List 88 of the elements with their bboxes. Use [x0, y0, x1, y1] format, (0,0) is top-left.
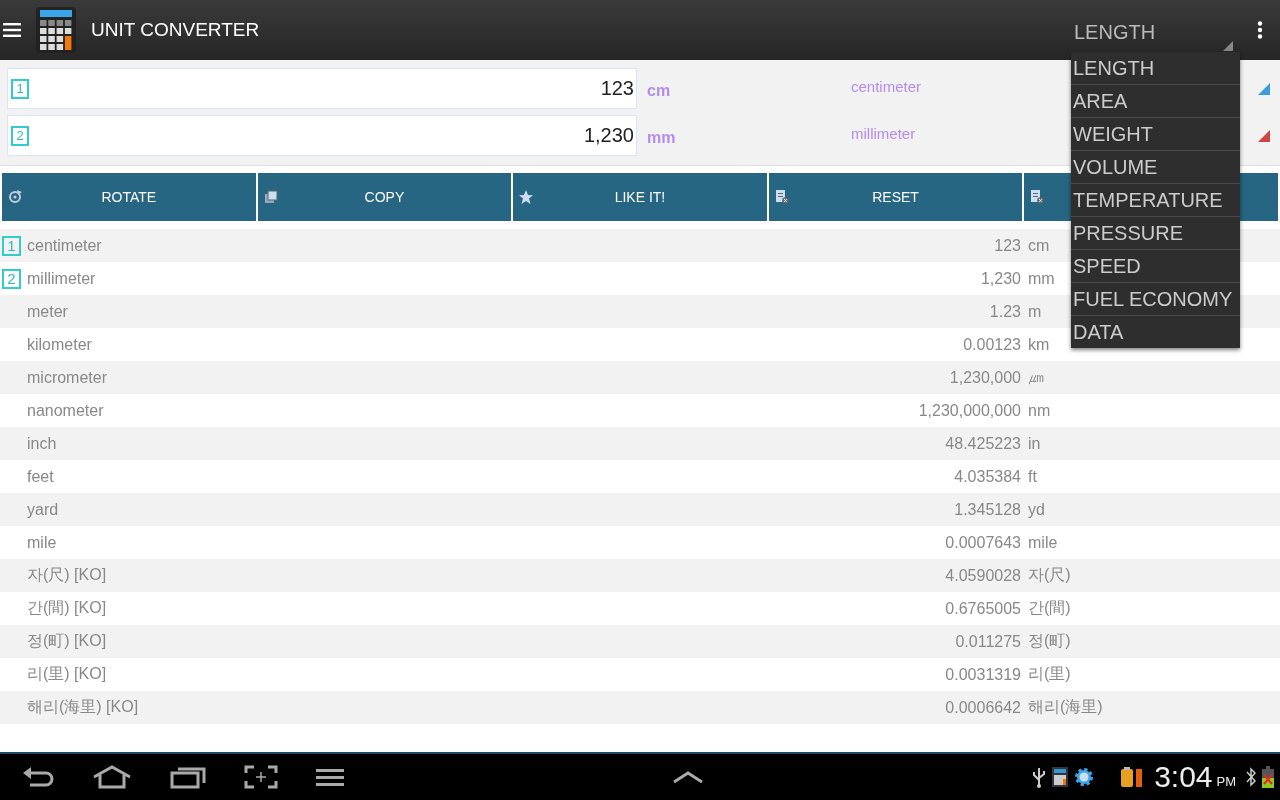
unit-name: 정(町) [KO] [27, 631, 108, 651]
unit-symbol: 간(間) [1028, 598, 1071, 618]
menu-icon[interactable] [3, 23, 21, 37]
reset-button[interactable]: RESET [768, 173, 1023, 221]
rotate-icon [8, 190, 22, 204]
menu-item[interactable]: WEIGHT [1071, 118, 1240, 151]
converted-value: 1.345128 [953, 500, 1021, 519]
unit-symbol: 자(尺) [1028, 565, 1071, 585]
unit-name: millimeter [27, 269, 97, 288]
converted-value: 1,230,000,000 [917, 401, 1021, 420]
unit-symbol: km [1028, 335, 1050, 354]
number-badge: 1 [11, 78, 29, 99]
unit-symbol: cm [1028, 236, 1050, 255]
unit-name: mile [27, 533, 58, 552]
unit-name: micrometer [27, 368, 108, 387]
unit-name: nanometer [27, 401, 105, 420]
number-badge: 2 [2, 268, 21, 289]
unit-symbol: mm [1028, 269, 1055, 288]
converted-value: 123 [993, 236, 1021, 255]
unit-symbol: yd [1028, 500, 1045, 519]
document-clear-icon [1030, 190, 1045, 204]
converted-value: 4.0590028 [944, 566, 1021, 585]
calculator-icon [1052, 767, 1069, 787]
screenshot-icon[interactable] [244, 765, 278, 789]
menu-item[interactable]: LENGTH [1071, 52, 1240, 85]
converted-value: 0.0031319 [944, 665, 1021, 684]
value-field[interactable]: 1 123 [7, 68, 637, 109]
menu-item[interactable]: AREA [1071, 85, 1240, 118]
battery-level-icon [1120, 766, 1145, 788]
converted-value: 1,230 [979, 269, 1021, 288]
battery-icon [1262, 766, 1274, 788]
menu-item[interactable]: VOLUME [1071, 151, 1240, 184]
converted-value: 0.011275 [954, 632, 1021, 651]
unit-name: 해리(海里) [KO] [27, 697, 140, 717]
converted-value: 1.23 [988, 302, 1021, 321]
converted-value: 0.00123 [962, 335, 1021, 354]
calculator-icon [35, 6, 77, 54]
menu-icon[interactable] [316, 768, 344, 786]
value-field[interactable]: 2 1,230 [7, 115, 637, 156]
unit-symbol: nm [1028, 401, 1051, 420]
unit-name: meter [27, 302, 69, 321]
number-badge: 2 [11, 125, 29, 146]
unit-name: inch [27, 434, 58, 453]
document-clear-icon [774, 190, 789, 204]
converted-value: 0.0006642 [944, 698, 1021, 717]
unit-name: feet [27, 467, 55, 486]
unit-name: 리(里) [KO] [27, 664, 108, 684]
unit-symbol: 정(町) [1028, 631, 1071, 651]
bluetooth-icon [1246, 767, 1256, 787]
number-badge: 1 [2, 235, 21, 256]
unit-name: 자(尺) [KO] [27, 565, 108, 585]
clock-period: PM [1216, 773, 1236, 789]
chevron-up-icon[interactable] [672, 770, 705, 784]
unit-name: kilometer [27, 335, 93, 354]
rotate-button[interactable]: ROTATE [2, 173, 256, 221]
copy-button[interactable]: COPY [257, 173, 512, 221]
unit-symbol: m [1028, 302, 1042, 321]
dropdown-corner-icon [1223, 41, 1233, 51]
unit-symbol: 리(里) [1028, 664, 1071, 684]
converted-value: 0.0007643 [944, 533, 1021, 552]
recent-apps-icon[interactable] [170, 765, 206, 789]
unit-symbol: 해리(海里) [1028, 697, 1103, 717]
menu-item[interactable]: SPEED [1071, 250, 1240, 283]
unit-symbol: in [1028, 434, 1041, 453]
home-icon[interactable] [92, 765, 132, 789]
unit-name: centimeter [27, 236, 103, 255]
clock-time: 3:04 [1154, 760, 1213, 794]
unit-symbol: ㎛ [1028, 367, 1044, 387]
unit-symbol: mile [1028, 533, 1058, 552]
menu-item[interactable]: PRESSURE [1071, 217, 1240, 250]
like-button[interactable]: LIKE IT! [513, 173, 767, 221]
menu-item[interactable]: FUEL ECONOMY [1071, 283, 1240, 316]
back-icon[interactable] [22, 766, 54, 788]
unit-name: 간(間) [KO] [27, 598, 108, 618]
copy-icon [263, 190, 278, 204]
converted-value: 4.035384 [953, 467, 1021, 486]
menu-item[interactable]: TEMPERATURE [1071, 184, 1240, 217]
menu-item[interactable]: DATA [1071, 316, 1240, 348]
unit-symbol: ft [1028, 467, 1037, 486]
gear-icon [1074, 767, 1095, 787]
app-title: UNIT CONVERTER [91, 19, 260, 41]
unit-name: yard [27, 500, 60, 519]
converted-value: 0.6765005 [944, 599, 1021, 618]
usb-icon [1032, 766, 1047, 788]
overflow-menu-icon[interactable] [1257, 21, 1263, 39]
converted-value: 48.425223 [944, 434, 1021, 453]
converted-value: 1,230,000 [948, 368, 1021, 387]
star-icon [519, 190, 534, 204]
